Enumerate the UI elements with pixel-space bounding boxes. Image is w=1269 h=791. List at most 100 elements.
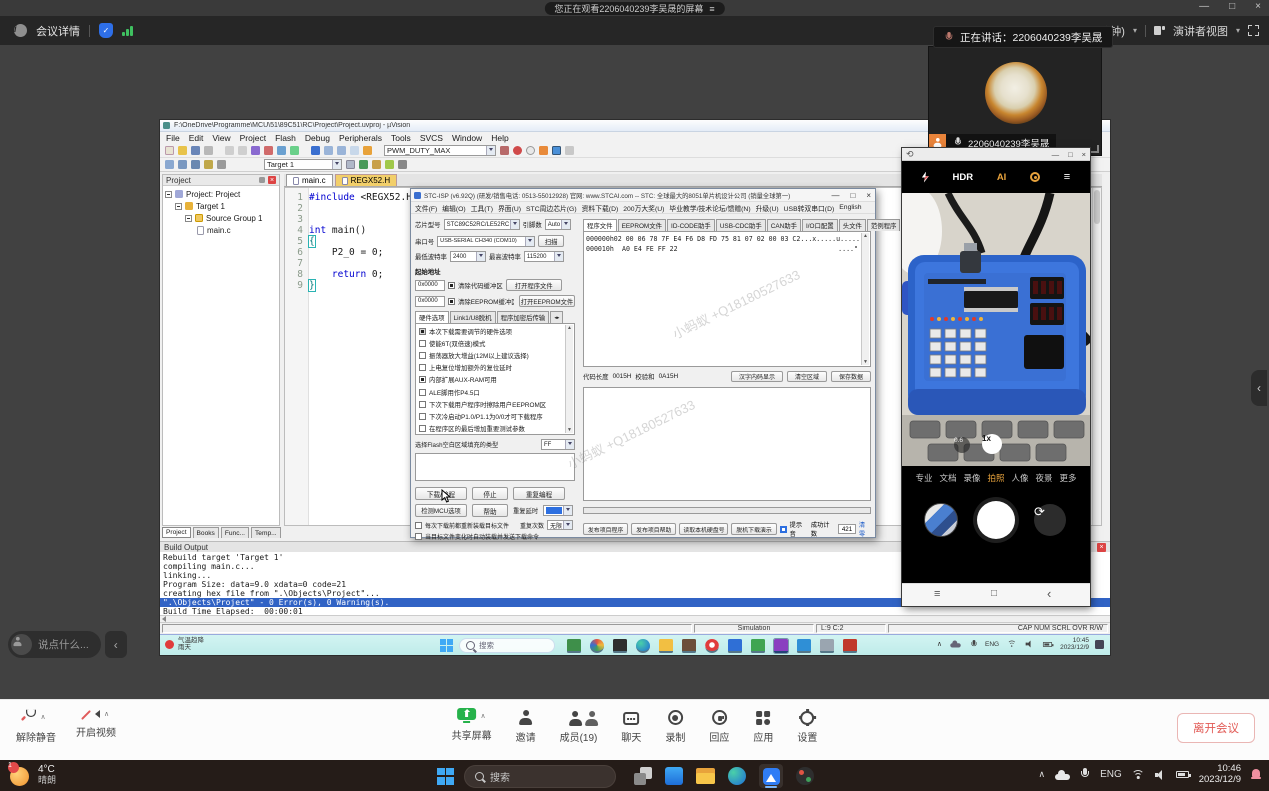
read-disk-id-button[interactable]: 读取本机硬盘号 xyxy=(679,523,728,535)
tab-program-file[interactable]: 程序文件 xyxy=(583,219,617,231)
inner-cloud-icon[interactable] xyxy=(950,641,961,648)
panel-collapse-handle[interactable]: ‹ xyxy=(1251,370,1267,406)
repeat-delay-combo[interactable] xyxy=(543,505,573,516)
toolbar-icon[interactable] xyxy=(290,146,299,155)
eeprom-address-field[interactable]: 0x0000 xyxy=(415,296,445,307)
window-maximize-icon[interactable]: □ xyxy=(1229,1,1235,12)
banner-menu-icon[interactable]: ≡ xyxy=(709,4,714,14)
invite-button[interactable]: 邀请 xyxy=(516,708,536,744)
menu-debug[interactable]: Debug xyxy=(305,133,330,143)
inner-app-screen-share-active[interactable] xyxy=(774,639,788,653)
download-icon[interactable] xyxy=(217,160,226,169)
build-output-close-icon[interactable]: × xyxy=(1097,543,1106,552)
inner-lang-indicator[interactable]: ENG xyxy=(985,641,999,648)
inner-notification-icon[interactable] xyxy=(1095,640,1104,649)
file-extensions-icon[interactable] xyxy=(359,160,368,169)
view-mode-selector[interactable]: 演讲者视图 xyxy=(1173,23,1228,39)
tab-books[interactable]: Books xyxy=(193,527,219,538)
inner-start-button[interactable] xyxy=(440,639,453,652)
zoom-1x-chip[interactable]: 1x xyxy=(982,434,1002,454)
inner-app-opera[interactable] xyxy=(705,639,719,653)
chat-quick-input[interactable]: 说点什么... xyxy=(8,631,101,658)
toolbar-icon[interactable] xyxy=(552,146,561,155)
project-tree-file[interactable]: main.c xyxy=(165,225,277,235)
hw-option[interactable]: ALE脚用作P4.5口 xyxy=(416,386,565,398)
menu-view[interactable]: View xyxy=(212,133,230,143)
inner-wifi-icon[interactable] xyxy=(1007,641,1016,648)
hw-option[interactable]: 内部扩展AUX-RAM可用 xyxy=(416,374,565,386)
mode-night[interactable]: 夜景 xyxy=(1036,472,1053,484)
mic-options-chevron[interactable]: ∧ xyxy=(40,713,45,721)
editor-tab-regx52[interactable]: REGX52.H xyxy=(335,174,398,186)
info-icon[interactable]: i xyxy=(14,24,27,37)
toolbar-icon[interactable] xyxy=(204,146,213,155)
hw-option[interactable]: 使能6T(双倍速)模式 xyxy=(416,337,565,349)
inner-app-docs[interactable] xyxy=(797,639,811,653)
open-code-file-button[interactable]: 打开程序文件 xyxy=(506,279,562,291)
window-close-icon[interactable]: × xyxy=(1255,1,1261,12)
toolbar-icon[interactable] xyxy=(337,146,346,155)
phone-window-title-bar[interactable]: ⟲ — □ × xyxy=(902,148,1090,161)
inner-battery-icon[interactable] xyxy=(1043,642,1052,647)
mode-document[interactable]: 文档 xyxy=(939,472,956,484)
stc-minimize-icon[interactable]: — xyxy=(831,191,839,200)
publish-program-button[interactable]: 发布项目程序 xyxy=(583,523,628,535)
phone-maximize-icon[interactable]: □ xyxy=(1068,150,1073,159)
phone-minimize-icon[interactable]: — xyxy=(1052,150,1060,159)
toolbar-icon[interactable] xyxy=(500,146,509,155)
toolbar-icon[interactable] xyxy=(264,146,273,155)
camera-menu-icon[interactable]: ≡ xyxy=(1064,171,1070,183)
chat-collapse-button[interactable]: ‹ xyxy=(105,631,127,658)
toolbar-icon[interactable] xyxy=(350,146,359,155)
toolbar-icon[interactable] xyxy=(565,146,574,155)
inner-search-box[interactable]: 搜索 xyxy=(459,638,555,653)
wifi-icon[interactable] xyxy=(1132,770,1145,780)
language-indicator[interactable]: ENG xyxy=(1100,769,1122,780)
stc-title-bar[interactable]: STC-ISP (v6.92Q) (研发/销售电话: 0513-55012928… xyxy=(411,189,875,202)
start-button[interactable] xyxy=(437,768,454,785)
meeting-details-link[interactable]: 会议详情 xyxy=(36,23,80,39)
editor-scrollbar[interactable] xyxy=(1092,188,1101,525)
save-data-button[interactable]: 保存数据 xyxy=(831,371,871,382)
clear-eeprom-buffer-checkbox[interactable] xyxy=(448,298,455,305)
toolbar-icon[interactable] xyxy=(363,146,372,155)
hw-option[interactable]: 本次下载需要调节的硬件选项 xyxy=(416,325,565,337)
toolbar-icon[interactable] xyxy=(526,146,535,155)
toolbar-icon[interactable] xyxy=(178,146,187,155)
stc-menu-ui[interactable]: 界面(U) xyxy=(498,203,521,213)
network-signal-icon[interactable] xyxy=(122,26,133,36)
file-explorer-icon[interactable] xyxy=(696,768,715,784)
unmute-button[interactable]: ∧ 解除静音 xyxy=(16,708,56,744)
toolbar-icon[interactable] xyxy=(324,146,333,155)
publish-help-button[interactable]: 发布项目帮助 xyxy=(631,523,676,535)
batch-build-icon[interactable] xyxy=(204,160,213,169)
clock-widget[interactable]: 10:462023/12/9 xyxy=(1199,764,1241,785)
toolbar-icon[interactable] xyxy=(191,146,200,155)
build-icon[interactable] xyxy=(178,160,187,169)
rotate-screen-icon[interactable]: ⟲ xyxy=(906,150,914,159)
menu-project[interactable]: Project xyxy=(240,133,266,143)
options-scrollbar[interactable]: ▲▼ xyxy=(565,325,573,433)
menu-help[interactable]: Help xyxy=(491,133,508,143)
tab-examples[interactable]: 范例程序 xyxy=(867,219,901,231)
toolbar-icon[interactable] xyxy=(311,146,320,155)
duration-chevron-icon[interactable]: ▾ xyxy=(1133,26,1137,35)
baud-min-combo[interactable]: 2400 xyxy=(450,251,486,262)
chip-model-combo[interactable]: STC89C52RC/LE52RC xyxy=(444,219,520,230)
hanzi-display-button[interactable]: 汉字内码显示 xyxy=(731,371,783,382)
leave-meeting-button[interactable]: 离开会议 xyxy=(1177,713,1255,743)
tab-eeprom-file[interactable]: EEPROM文件 xyxy=(618,219,666,231)
hex-scrollbar[interactable]: ▲▼ xyxy=(861,233,869,365)
onedrive-icon[interactable] xyxy=(1055,770,1070,780)
search-symbol-combo[interactable]: PWM_DUTY_MAX xyxy=(384,145,496,156)
tab-usb-cdc[interactable]: USB-CDC助手 xyxy=(716,219,766,231)
flash-fill-combo[interactable]: FF xyxy=(541,439,575,450)
project-tree-target[interactable]: Target 1 xyxy=(165,201,277,211)
window-minimize-icon[interactable]: — xyxy=(1199,1,1209,12)
rebuild-icon[interactable] xyxy=(191,160,200,169)
left-tabs-scroll[interactable]: ◂▸ xyxy=(550,311,563,323)
phone-close-icon[interactable]: × xyxy=(1082,150,1086,159)
participant-video-tile[interactable]: 2206040239李吴晟 xyxy=(928,46,1102,156)
shutter-button[interactable] xyxy=(973,497,1019,543)
stop-button[interactable]: 停止 xyxy=(472,487,508,500)
